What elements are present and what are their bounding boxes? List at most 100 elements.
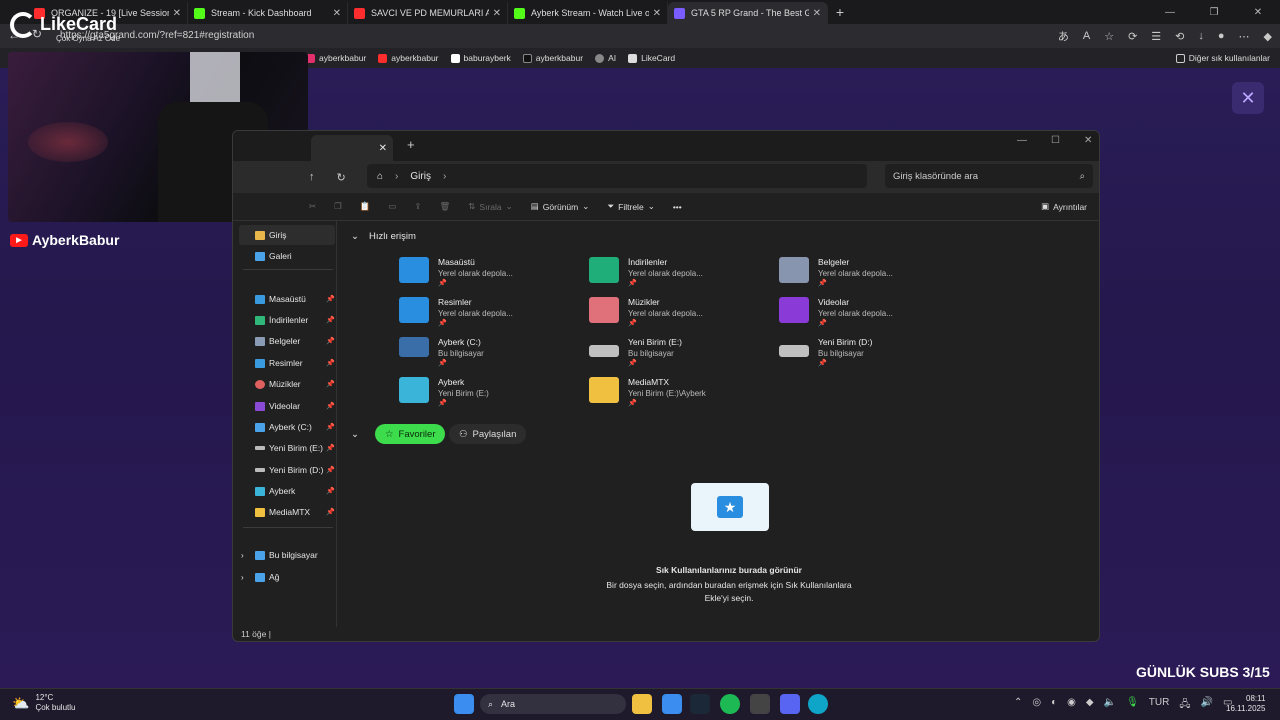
photos-icon[interactable] (662, 694, 682, 714)
pin-icon[interactable]: 📌 (326, 466, 335, 474)
more-options-button[interactable]: ••• (673, 202, 682, 212)
quick-access-item-drive-c[interactable]: Ayberk (C:) Bu bilgisayar 📌 (399, 337, 579, 373)
sidebar-item-documents[interactable]: Belgeler 📌 (239, 331, 335, 351)
browser-tab-4[interactable]: Ayberk Stream - Watch Live on Ki✕ (508, 2, 668, 24)
quick-access-item-videos[interactable]: Videolar Yerel olarak depola... 📌 (779, 297, 959, 333)
close-tab-icon[interactable]: ✕ (173, 8, 181, 19)
quick-access-item-mediamtx[interactable]: MediaMTX Yeni Birim (E:)\Ayberk 📌 (589, 377, 769, 413)
sidebar-item-drive-d[interactable]: Yeni Birim (D:) 📌 (239, 460, 335, 480)
quick-access-item-pictures[interactable]: Resimler Yerel olarak depola... 📌 (399, 297, 579, 333)
sidebar-item-drive-e[interactable]: Yeni Birim (E:) 📌 (239, 438, 335, 458)
quick-access-header[interactable]: ⌄ Hızlı erişim (351, 231, 416, 242)
new-tab-button[interactable]: + (407, 137, 415, 152)
minimize-icon[interactable]: — (1148, 0, 1192, 24)
refresh-icon[interactable]: ↻ (337, 171, 346, 184)
close-tab-icon[interactable]: ✕ (653, 8, 661, 19)
quick-access-item-ayberk[interactable]: Ayberk Yeni Birim (E:) 📌 (399, 377, 579, 413)
weather-widget[interactable]: ⛅ 12°C Çok bulutlu (12, 693, 75, 713)
pin-icon[interactable]: 📌 (326, 380, 335, 388)
explorer-tab[interactable]: ✕ (311, 135, 393, 161)
extensions-icon[interactable]: ⟳ (1128, 30, 1137, 43)
pin-icon[interactable]: 📌 (326, 295, 335, 303)
quick-access-item-desktop[interactable]: Masaüstü Yerel olarak depola... 📌 (399, 257, 579, 293)
sidebar-item-music[interactable]: Müzikler 📌 (239, 374, 335, 394)
pin-icon[interactable]: 📌 (326, 337, 335, 345)
volume-icon[interactable]: 🔈 (1104, 697, 1116, 714)
pin-icon[interactable]: 📌 (326, 487, 335, 495)
profile-icon[interactable]: ● (1218, 30, 1225, 42)
favorites-section-toggle[interactable]: ⌄ (351, 429, 359, 440)
quick-access-item-documents[interactable]: Belgeler Yerel olarak depola... 📌 (779, 257, 959, 293)
tray-app-icon[interactable]: ◉ (1067, 697, 1076, 714)
clock[interactable]: 08:11 16.11.2025 (1226, 694, 1265, 714)
sidebar-item-ayberk[interactable]: Ayberk 📌 (239, 481, 335, 501)
download-icon[interactable]: ↓ (1198, 30, 1204, 42)
quick-access-item-downloads[interactable]: İndirilenler Yerel olarak depola... 📌 (589, 257, 769, 293)
steam-icon[interactable] (690, 694, 710, 714)
bookmark-1[interactable]: ayberkbabur (306, 53, 366, 63)
close-tab-icon[interactable]: ✕ (379, 143, 387, 154)
favorites-icon[interactable]: ☰ (1151, 30, 1161, 43)
discord-icon[interactable] (780, 694, 800, 714)
bookmark-4[interactable]: ayberkbabur (522, 53, 583, 63)
close-tab-icon[interactable]: ✕ (493, 8, 501, 19)
close-tab-icon[interactable]: ✕ (333, 8, 341, 19)
file-explorer-icon[interactable] (632, 694, 652, 714)
sidebar-item-network[interactable]: › Ağ (239, 567, 335, 587)
tray-app-icon[interactable]: ◎ (1032, 697, 1041, 714)
tab-shared[interactable]: ⚇ Paylaşılan (449, 424, 527, 444)
browser-tab-5[interactable]: GTA 5 RP Grand - The Best GTA V✕ (668, 2, 828, 24)
details-button[interactable]: ▣ Ayrıntılar (1041, 201, 1087, 212)
paste-icon[interactable]: 📋 (360, 201, 371, 212)
history-icon[interactable]: ⟲ (1175, 30, 1184, 43)
chevron-up-icon[interactable]: ⌃ (1014, 697, 1022, 714)
chevron-right-icon[interactable]: › (241, 573, 244, 582)
sidebar-item-home[interactable]: Giriş (239, 225, 335, 245)
pin-icon[interactable]: 📌 (326, 423, 335, 431)
close-tab-icon[interactable]: ✕ (813, 8, 821, 19)
sidebar-item-pictures[interactable]: Resimler 📌 (239, 353, 335, 373)
up-icon[interactable]: ↑ (309, 171, 315, 183)
bookmark-2[interactable]: ayberkbabur (378, 53, 439, 63)
quick-access-item-drive-e[interactable]: Yeni Birim (E:) Bu bilgisayar 📌 (589, 337, 769, 373)
home-icon[interactable]: ⌂ (377, 171, 383, 182)
close-window-icon[interactable]: ✕ (1236, 0, 1280, 24)
taskbar-search[interactable]: ⌕ Ara (480, 694, 626, 714)
microphone-icon[interactable]: 🎙 (1126, 697, 1139, 714)
read-aloud-icon[interactable]: A (1083, 30, 1090, 42)
rename-icon[interactable]: ▭ (388, 201, 396, 212)
maximize-icon[interactable]: ❐ (1192, 0, 1236, 24)
speaker-icon[interactable]: 🔊 (1200, 697, 1212, 714)
pin-icon[interactable]: 📌 (326, 359, 335, 367)
bookmark-3[interactable]: baburayberk (450, 53, 511, 63)
sort-button[interactable]: ⇅ Sırala ⌄ (468, 201, 512, 212)
browser-tab-3[interactable]: SAVCI VE PD MEMURLARI ARASIND✕ (348, 2, 508, 24)
browser-tab-2[interactable]: Stream - Kick Dashboard ✕ (188, 2, 348, 24)
spotify-icon[interactable] (720, 694, 740, 714)
network-icon[interactable]: 🖧 (1179, 697, 1190, 714)
new-tab-button[interactable]: + (828, 4, 852, 20)
sidebar-item-videos[interactable]: Videolar 📌 (239, 396, 335, 416)
close-window-icon[interactable]: ✕ (1084, 135, 1092, 146)
tab-favorites[interactable]: ☆ Favoriler (375, 424, 446, 444)
quick-access-item-music[interactable]: Müzikler Yerel olarak depola... 📌 (589, 297, 769, 333)
edge-icon[interactable] (808, 694, 828, 714)
copilot-icon[interactable]: ◆ (1264, 30, 1272, 43)
sidebar-item-gallery[interactable]: Galeri (239, 246, 335, 266)
share-icon[interactable]: ⇪ (414, 201, 421, 212)
breadcrumb[interactable]: ⌂ › Giriş › (367, 164, 867, 188)
windows-start-icon[interactable] (454, 694, 474, 714)
maximize-icon[interactable]: ☐ (1051, 135, 1060, 146)
other-bookmarks[interactable]: Diğer sık kullanılanlar (1175, 53, 1270, 63)
minimize-icon[interactable]: — (1017, 135, 1027, 146)
translate-icon[interactable]: あ (1058, 28, 1069, 44)
pin-icon[interactable]: 📌 (326, 444, 335, 452)
chevron-right-icon[interactable]: › (241, 551, 244, 560)
cut-icon[interactable]: ✂ (309, 201, 316, 212)
view-button[interactable]: ▤ Görünüm ⌄ (531, 201, 590, 212)
sidebar-item-mediamtx[interactable]: MediaMTX 📌 (239, 502, 335, 522)
copy-icon[interactable]: ❐ (334, 201, 342, 212)
sidebar-item-downloads[interactable]: İndirilenler 📌 (239, 310, 335, 330)
filter-button[interactable]: ⏷ Filtrele ⌄ (607, 201, 654, 212)
bookmark-6[interactable]: LikeCard (628, 53, 675, 63)
